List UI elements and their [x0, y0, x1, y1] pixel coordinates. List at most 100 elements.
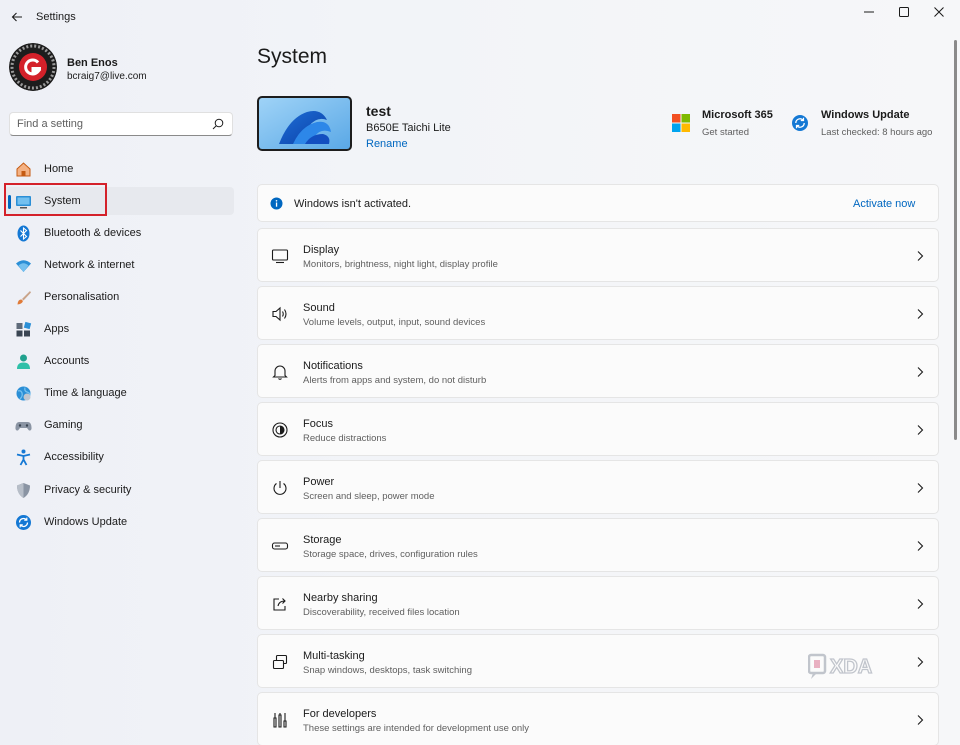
search-icon[interactable]	[212, 118, 224, 130]
sidebar-item-label: Privacy & security	[44, 484, 132, 496]
title-bar: Settings	[0, 0, 960, 34]
chevron-right-icon	[917, 251, 924, 261]
minimize-icon	[864, 11, 874, 13]
accessibility-icon	[16, 449, 31, 466]
sidebar-item-label: Windows Update	[44, 516, 128, 528]
profile-name: Ben Enos	[67, 57, 118, 69]
chevron-right-icon	[917, 541, 924, 551]
settings-row-focus[interactable]: Focus Reduce distractions	[257, 402, 939, 456]
sidebar-item-label: Bluetooth & devices	[44, 227, 142, 239]
row-subtitle: Storage space, drives, configuration rul…	[303, 549, 478, 560]
scrollbar[interactable]	[954, 40, 957, 440]
accounts-icon	[17, 354, 30, 369]
row-subtitle: Volume levels, output, input, sound devi…	[303, 317, 486, 328]
row-subtitle: These settings are intended for developm…	[303, 723, 530, 734]
sidebar-item-accessibility[interactable]: Accessibility	[4, 443, 234, 471]
back-button[interactable]	[6, 6, 28, 28]
developer-icon	[273, 713, 287, 728]
close-button[interactable]	[922, 0, 956, 24]
apps-icon	[16, 321, 32, 337]
sidebar-item-label: Home	[44, 163, 74, 175]
sidebar-item-windows-update[interactable]: Windows Update	[4, 508, 234, 536]
settings-row-developers[interactable]: For developers These settings are intend…	[257, 692, 939, 745]
device-wallpaper-thumbnail	[257, 96, 352, 151]
avatar[interactable]	[9, 43, 57, 91]
sidebar-item-time-language[interactable]: Time & language	[4, 379, 234, 407]
brush-icon	[17, 291, 31, 305]
chevron-right-icon	[917, 367, 924, 377]
chevron-right-icon	[917, 657, 924, 667]
info-icon	[270, 197, 283, 210]
back-arrow-icon	[11, 12, 22, 22]
settings-row-power[interactable]: Power Screen and sleep, power mode	[257, 460, 939, 514]
home-icon	[16, 162, 31, 177]
app-title: Settings	[36, 11, 76, 23]
row-subtitle: Snap windows, desktops, task switching	[303, 665, 472, 676]
sidebar-item-label: Time & language	[44, 387, 127, 399]
microsoft-365-icon	[672, 114, 690, 132]
chevron-right-icon	[917, 309, 924, 319]
row-subtitle: Alerts from apps and system, do not dist…	[303, 375, 487, 386]
activate-now-button[interactable]: Activate now	[853, 198, 915, 210]
maximize-button[interactable]	[887, 0, 921, 24]
maximize-icon	[899, 7, 909, 17]
row-title: Multi-tasking	[303, 650, 365, 662]
rename-link[interactable]: Rename	[366, 138, 408, 150]
sidebar-item-accounts[interactable]: Accounts	[4, 347, 234, 375]
gamepad-icon	[15, 422, 32, 431]
settings-row-display[interactable]: Display Monitors, brightness, night ligh…	[257, 228, 939, 282]
minimize-button[interactable]	[852, 0, 886, 24]
sound-icon	[272, 306, 287, 322]
row-subtitle: Reduce distractions	[303, 433, 387, 444]
close-icon	[934, 7, 944, 17]
quick-link-title: Windows Update	[821, 109, 910, 121]
sidebar-item-home[interactable]: Home	[4, 155, 234, 183]
device-model: B650E Taichi Lite	[366, 122, 451, 134]
sidebar-item-personalisation[interactable]: Personalisation	[4, 283, 234, 311]
wifi-icon	[16, 260, 31, 272]
settings-window: Settings Ben Enos bcraig7@live.com Home	[0, 0, 960, 745]
sidebar-item-label: Network & internet	[44, 259, 135, 271]
sidebar-item-privacy[interactable]: Privacy & security	[4, 476, 234, 504]
watermark-text: XDA	[830, 656, 872, 678]
sidebar-item-apps[interactable]: Apps	[4, 315, 234, 343]
activation-banner: Windows isn't activated. Activate now	[257, 184, 939, 222]
chevron-right-icon	[917, 715, 924, 725]
focus-icon	[272, 422, 288, 438]
chevron-right-icon	[917, 425, 924, 435]
share-icon	[273, 598, 286, 611]
sidebar-item-label: Accounts	[44, 355, 90, 367]
storage-icon	[271, 542, 289, 550]
settings-row-sound[interactable]: Sound Volume levels, output, input, soun…	[257, 286, 939, 340]
quick-link-title: Microsoft 365	[702, 109, 773, 121]
row-subtitle: Discoverability, received files location	[303, 607, 460, 618]
device-name: test	[366, 103, 391, 119]
sidebar-item-label: Gaming	[44, 419, 83, 431]
sidebar-item-bluetooth[interactable]: Bluetooth & devices	[4, 219, 234, 247]
search-box[interactable]	[9, 112, 233, 136]
search-input[interactable]	[17, 116, 207, 132]
settings-row-notifications[interactable]: Notifications Alerts from apps and syste…	[257, 344, 939, 398]
profile-email: bcraig7@live.com	[67, 71, 147, 82]
row-title: For developers	[303, 708, 377, 720]
globe-icon	[16, 386, 31, 401]
settings-row-nearby-sharing[interactable]: Nearby sharing Discoverability, received…	[257, 576, 939, 630]
wallpaper-image	[259, 98, 350, 149]
row-title: Power	[303, 476, 335, 488]
row-title: Notifications	[303, 360, 363, 372]
quick-link-subtitle: Last checked: 8 hours ago	[821, 127, 933, 138]
multitask-icon	[272, 654, 288, 670]
sidebar-item-label: Accessibility	[44, 451, 104, 463]
sidebar-item-gaming[interactable]: Gaming	[4, 411, 234, 439]
row-subtitle: Monitors, brightness, night light, displ…	[303, 259, 498, 270]
settings-row-storage[interactable]: Storage Storage space, drives, configura…	[257, 518, 939, 572]
row-title: Display	[303, 244, 340, 256]
row-subtitle: Screen and sleep, power mode	[303, 491, 435, 502]
update-icon	[792, 115, 808, 131]
chevron-right-icon	[917, 599, 924, 609]
row-title: Nearby sharing	[303, 592, 378, 604]
sidebar-item-network[interactable]: Network & internet	[4, 251, 234, 279]
row-title: Storage	[303, 534, 342, 546]
sidebar-item-label: Personalisation	[44, 291, 120, 303]
display-icon	[271, 249, 289, 264]
